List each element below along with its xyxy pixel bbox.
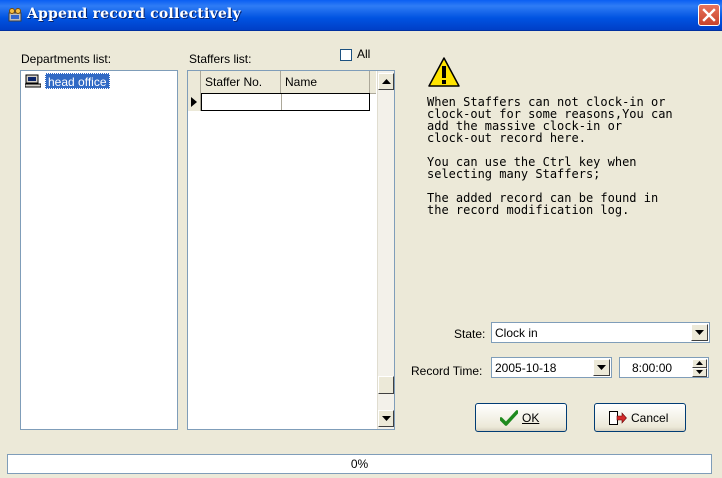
- scroll-up-button[interactable]: [378, 73, 394, 90]
- all-checkbox[interactable]: [340, 49, 352, 61]
- state-dropdown-button[interactable]: [691, 324, 708, 341]
- scroll-down-button[interactable]: [378, 410, 394, 427]
- state-select[interactable]: Clock in: [491, 322, 710, 343]
- departments-label: Departments list:: [21, 52, 112, 66]
- state-label: State:: [454, 327, 486, 341]
- time-value: 8:00:00: [632, 361, 673, 375]
- row-indicator: [188, 93, 201, 111]
- date-dropdown-button[interactable]: [593, 359, 610, 376]
- arrow-up-icon: [382, 79, 391, 84]
- date-value: 2005-10-18: [495, 361, 557, 375]
- cancel-door-icon: [609, 411, 627, 425]
- chevron-down-icon: [597, 365, 606, 370]
- checkmark-icon: [500, 410, 518, 426]
- info-paragraph-1: When Staffers can not clock-in or clock-…: [427, 95, 673, 145]
- cancel-button[interactable]: Cancel: [594, 403, 686, 432]
- arrow-down-icon: [696, 370, 703, 374]
- time-decrement-button[interactable]: [692, 368, 707, 377]
- ok-label: OK: [522, 411, 540, 425]
- column-header-name[interactable]: Name: [281, 71, 370, 93]
- time-increment-button[interactable]: [692, 359, 707, 368]
- app-icon: [8, 8, 22, 22]
- department-label: head office: [45, 73, 110, 89]
- table-row[interactable]: [201, 93, 370, 111]
- info-paragraph-3: The added record can be found in the rec…: [427, 191, 659, 217]
- window-title: Append record collectively: [27, 6, 241, 22]
- close-button[interactable]: [698, 4, 720, 26]
- cancel-label: Cancel: [631, 411, 669, 425]
- date-picker[interactable]: 2005-10-18: [491, 357, 612, 378]
- ok-button[interactable]: OK: [475, 403, 567, 432]
- progress-bar: 0%: [7, 454, 712, 474]
- warning-icon: [428, 57, 460, 87]
- grid-header: Staffer No. Name: [188, 71, 376, 94]
- info-paragraph-2: You can use the Ctrl key when selecting …: [427, 155, 637, 181]
- all-label: All: [357, 47, 371, 61]
- cell-divider: [281, 94, 282, 110]
- staffers-label: Staffers list:: [189, 52, 252, 66]
- staffers-grid[interactable]: Staffer No. Name: [187, 70, 395, 430]
- scroll-thumb[interactable]: [378, 376, 394, 394]
- record-time-label: Record Time:: [411, 364, 483, 378]
- chevron-down-icon: [695, 330, 704, 335]
- departments-list[interactable]: head office: [20, 70, 178, 430]
- vertical-scrollbar[interactable]: [377, 71, 394, 429]
- current-row-arrow-icon: [191, 97, 197, 107]
- header-indicator-cell: [188, 71, 201, 93]
- state-value: Clock in: [495, 326, 538, 340]
- close-icon: [702, 8, 716, 22]
- dialog-window: Append record collectively Departments l…: [0, 0, 722, 478]
- computer-icon: [25, 74, 41, 88]
- title-bar[interactable]: Append record collectively: [0, 0, 722, 31]
- info-text: When Staffers can not clock-in or clock-…: [427, 96, 719, 228]
- column-header-staffer-no[interactable]: Staffer No.: [201, 71, 281, 93]
- arrow-down-icon: [382, 416, 391, 421]
- time-spinner[interactable]: 8:00:00: [619, 357, 709, 378]
- progress-text: 0%: [350, 457, 369, 471]
- arrow-up-icon: [696, 361, 703, 365]
